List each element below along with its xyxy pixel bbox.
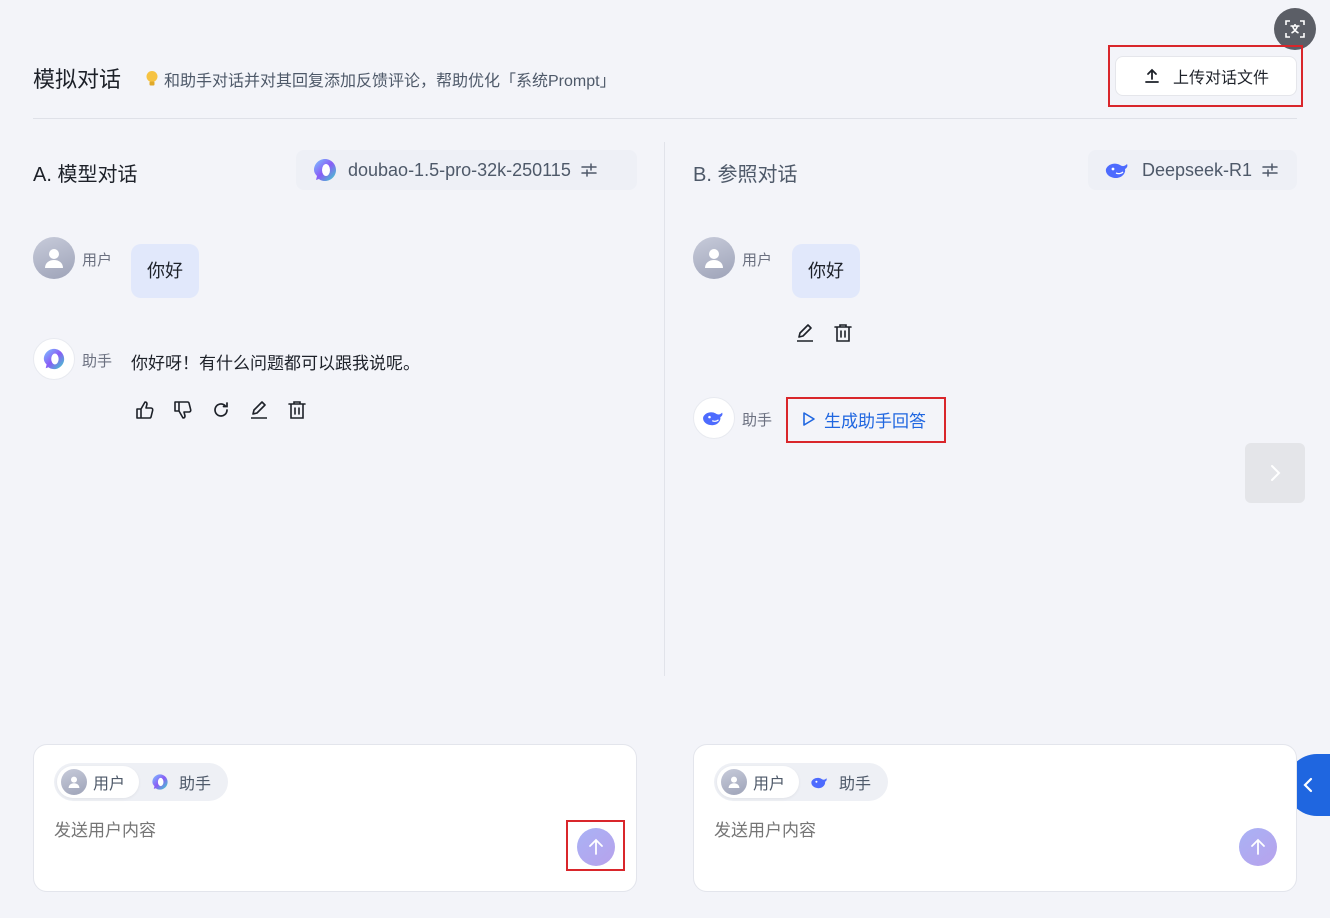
input-card-b: 用户 助手 — [693, 744, 1297, 892]
page-tip: 和助手对话并对其回复添加反馈评论，帮助优化「系统Prompt」 — [146, 67, 616, 91]
upload-dialog-file-button[interactable]: 上传对话文件 — [1115, 56, 1297, 96]
play-icon — [802, 411, 816, 427]
role-switch: 用户 助手 — [714, 763, 889, 801]
input-card-a: 用户 助手 — [33, 744, 637, 892]
chevron-left-icon — [1303, 777, 1313, 793]
assistant-avatar — [33, 338, 75, 380]
generate-assistant-reply-button[interactable]: 生成助手回答 — [790, 399, 938, 439]
arrow-up-icon — [1250, 838, 1266, 856]
assistant-avatar — [693, 397, 735, 439]
model-selector-a[interactable]: doubao-1.5-pro-32k-250115 — [296, 150, 637, 190]
regenerate-icon[interactable] — [211, 400, 231, 420]
header-divider — [33, 118, 1297, 119]
role-option-assistant[interactable]: 助手 — [143, 766, 225, 798]
upload-label: 上传对话文件 — [1172, 70, 1269, 87]
thumbs-down-icon[interactable] — [173, 400, 193, 420]
doubao-logo-icon — [147, 769, 173, 795]
role-option-assistant[interactable]: 助手 — [803, 766, 885, 798]
deepseek-logo-icon — [807, 769, 833, 795]
translate-button[interactable] — [1274, 8, 1316, 50]
settings-sliders-icon[interactable] — [1262, 162, 1278, 178]
message-actions — [795, 323, 853, 343]
user-message: 你好 — [792, 244, 860, 298]
delete-icon[interactable] — [833, 323, 853, 343]
user-message: 你好 — [131, 244, 199, 298]
message-input[interactable] — [54, 821, 534, 841]
next-button[interactable] — [1245, 443, 1305, 503]
role-option-user-label: 用户 — [93, 776, 126, 793]
page-title: 模拟对话 — [33, 67, 122, 92]
delete-icon[interactable] — [287, 400, 307, 420]
model-name-b: Deepseek-R1 — [1142, 159, 1253, 180]
panel-a-title: A. 模型对话 — [33, 164, 138, 186]
role-option-assistant-label: 助手 — [179, 776, 212, 793]
user-avatar-icon — [61, 769, 87, 795]
role-label-assistant: 助手 — [82, 353, 113, 370]
role-switch: 用户 助手 — [54, 763, 229, 801]
message-input[interactable] — [714, 821, 1194, 841]
panel-b-title: B. 参照对话 — [693, 164, 798, 186]
generate-label: 生成助手回答 — [824, 411, 926, 431]
lightbulb-icon — [146, 70, 158, 88]
role-label-user: 用户 — [82, 252, 113, 269]
arrow-up-icon — [588, 838, 604, 856]
tip-text: 和助手对话并对其回复添加反馈评论，帮助优化「系统Prompt」 — [164, 73, 616, 90]
thumbs-up-icon[interactable] — [135, 400, 155, 420]
edit-icon[interactable] — [795, 323, 815, 343]
translate-icon — [1284, 18, 1306, 40]
doubao-logo-icon — [312, 157, 338, 183]
user-avatar-icon — [721, 769, 747, 795]
send-button[interactable] — [1239, 828, 1277, 866]
user-avatar — [33, 237, 75, 279]
model-selector-b[interactable]: Deepseek-R1 — [1088, 150, 1297, 190]
role-label-assistant: 助手 — [742, 412, 773, 429]
message-actions — [135, 400, 307, 420]
edit-icon[interactable] — [249, 400, 269, 420]
deepseek-logo-icon — [1104, 160, 1132, 180]
settings-sliders-icon[interactable] — [581, 162, 597, 178]
role-option-assistant-label: 助手 — [839, 776, 872, 793]
role-label-user: 用户 — [742, 252, 773, 269]
role-option-user[interactable]: 用户 — [57, 766, 140, 798]
chevron-right-icon — [1269, 463, 1281, 483]
role-option-user[interactable]: 用户 — [717, 766, 800, 798]
upload-icon — [1143, 67, 1161, 85]
assistant-message: 你好呀！有什么问题都可以跟我说呢。 — [131, 354, 420, 373]
role-option-user-label: 用户 — [753, 776, 786, 793]
send-button[interactable] — [577, 828, 615, 866]
user-avatar — [693, 237, 735, 279]
column-divider — [664, 142, 665, 676]
model-name-a: doubao-1.5-pro-32k-250115 — [348, 159, 571, 180]
